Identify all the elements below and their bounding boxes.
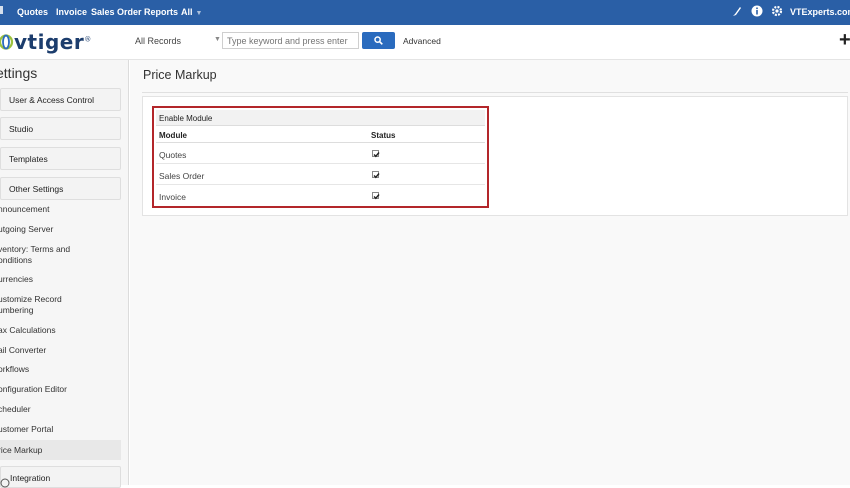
search-scope-select[interactable]: All Records ▼ [132,33,221,49]
info-icon[interactable] [751,5,763,19]
checkmark-icon [373,152,380,158]
sidebar-item-price-markup[interactable]: rice Markup [0,440,121,460]
table-column-headers: Module Status [156,127,485,143]
sidebar-item-scheduler[interactable]: cheduler [0,404,31,415]
sidebar-item-label: ventory: Terms and [0,244,71,254]
advanced-search-link[interactable]: Advanced [403,36,441,46]
sidebar-item-mail-converter[interactable]: ail Converter [0,345,46,356]
gear-icon[interactable] [771,5,783,19]
nav-all-label: All [181,7,193,17]
sidebar-item-configuration-editor[interactable]: onfiguration Editor [0,384,67,395]
sidebar-block-label: User & Access Control [9,95,95,105]
sidebar-item-customer-portal[interactable]: ustomer Portal [0,424,53,435]
home-icon[interactable] [0,6,3,14]
search-button[interactable] [362,32,395,49]
sidebar-block-other-settings[interactable]: Other Settings [0,177,121,200]
user-menu[interactable]: VTExperts.com [790,7,850,17]
logo-text: vtiger® [14,30,92,54]
column-header-module: Module [159,131,187,140]
table-row: Invoice [156,186,485,206]
table-header-label: Enable Module [159,114,213,123]
table-header: Enable Module [156,110,485,126]
sidebar-item-outgoing-server[interactable]: utgoing Server [0,224,53,235]
sidebar-block-label: Templates [9,154,48,164]
sidebar-item-label: onditions [0,255,33,265]
add-icon[interactable]: + [839,30,850,50]
sidebar-block-templates[interactable]: Templates [0,147,121,170]
module-name: Quotes [159,150,187,160]
logo-wordmark: vtiger [14,30,85,54]
sidebar-item-announcement[interactable]: nnouncement [0,204,50,215]
nav-sales-order[interactable]: Sales Order [91,7,142,17]
sidebar-title: ettings [0,65,38,81]
module-name: Invoice [159,192,186,202]
checkmark-icon [373,173,380,179]
chevron-down-icon: ▼ [195,10,203,17]
sidebar-block-studio[interactable]: Studio [0,117,121,140]
column-header-status: Status [371,131,396,140]
logo-mark-icon [0,34,14,50]
table-row: Quotes [156,144,485,164]
nav-all-menu[interactable]: All ▼ [181,7,202,17]
sidebar-item-tax-calculations[interactable]: ax Calculations [0,325,56,336]
settings-panel: Enable Module Module Status Quotes Sales… [142,96,848,216]
trademark-mark: ® [84,35,92,44]
search-icon [374,36,383,45]
search-scope-value: All Records [135,36,182,46]
page-title: Price Markup [143,68,217,82]
status-checkbox[interactable] [372,150,380,158]
settings-sidebar: ettings User & Access Control Studio Tem… [0,60,129,488]
sidebar-item-customize-record-numbering[interactable]: ustomize Record umbering [0,294,62,316]
integration-icon [0,478,10,488]
sidebar-item-currencies[interactable]: urrencies [0,274,33,285]
nav-invoice[interactable]: Invoice [56,7,87,17]
status-checkbox[interactable] [372,171,380,179]
sidebar-item-label: rice Markup [0,445,43,455]
sidebar-block-user-access[interactable]: User & Access Control [0,88,121,111]
sidebar-item-label: umbering [0,305,34,315]
nav-reports[interactable]: Reports [144,7,178,17]
enable-module-table: Enable Module Module Status Quotes Sales… [152,106,489,208]
nav-quotes[interactable]: Quotes [17,7,48,17]
sidebar-block-label: Integration [10,473,51,483]
search-input[interactable] [222,32,359,49]
sidebar-item-label: ustomize Record [0,294,62,304]
sidebar-block-label: Studio [9,124,34,134]
module-name: Sales Order [159,171,205,181]
divider [142,92,848,93]
pencil-icon[interactable] [732,5,742,19]
checkmark-icon [373,194,380,200]
sidebar-item-workflows[interactable]: orkflows [0,364,29,375]
table-row: Sales Order [156,165,485,185]
vtiger-logo[interactable]: vtiger® [0,29,100,55]
header-bar: vtiger® All Records ▼ Advanced + [0,25,850,60]
main-content: Price Markup Enable Module Module Status… [130,60,850,485]
status-checkbox[interactable] [372,192,380,200]
chevron-down-icon: ▼ [214,36,221,43]
sidebar-block-label: Other Settings [9,184,64,194]
sidebar-item-inventory-terms[interactable]: ventory: Terms and onditions [0,244,70,266]
top-navigation-bar: Quotes Invoice Sales Order Reports All ▼ … [0,0,850,25]
